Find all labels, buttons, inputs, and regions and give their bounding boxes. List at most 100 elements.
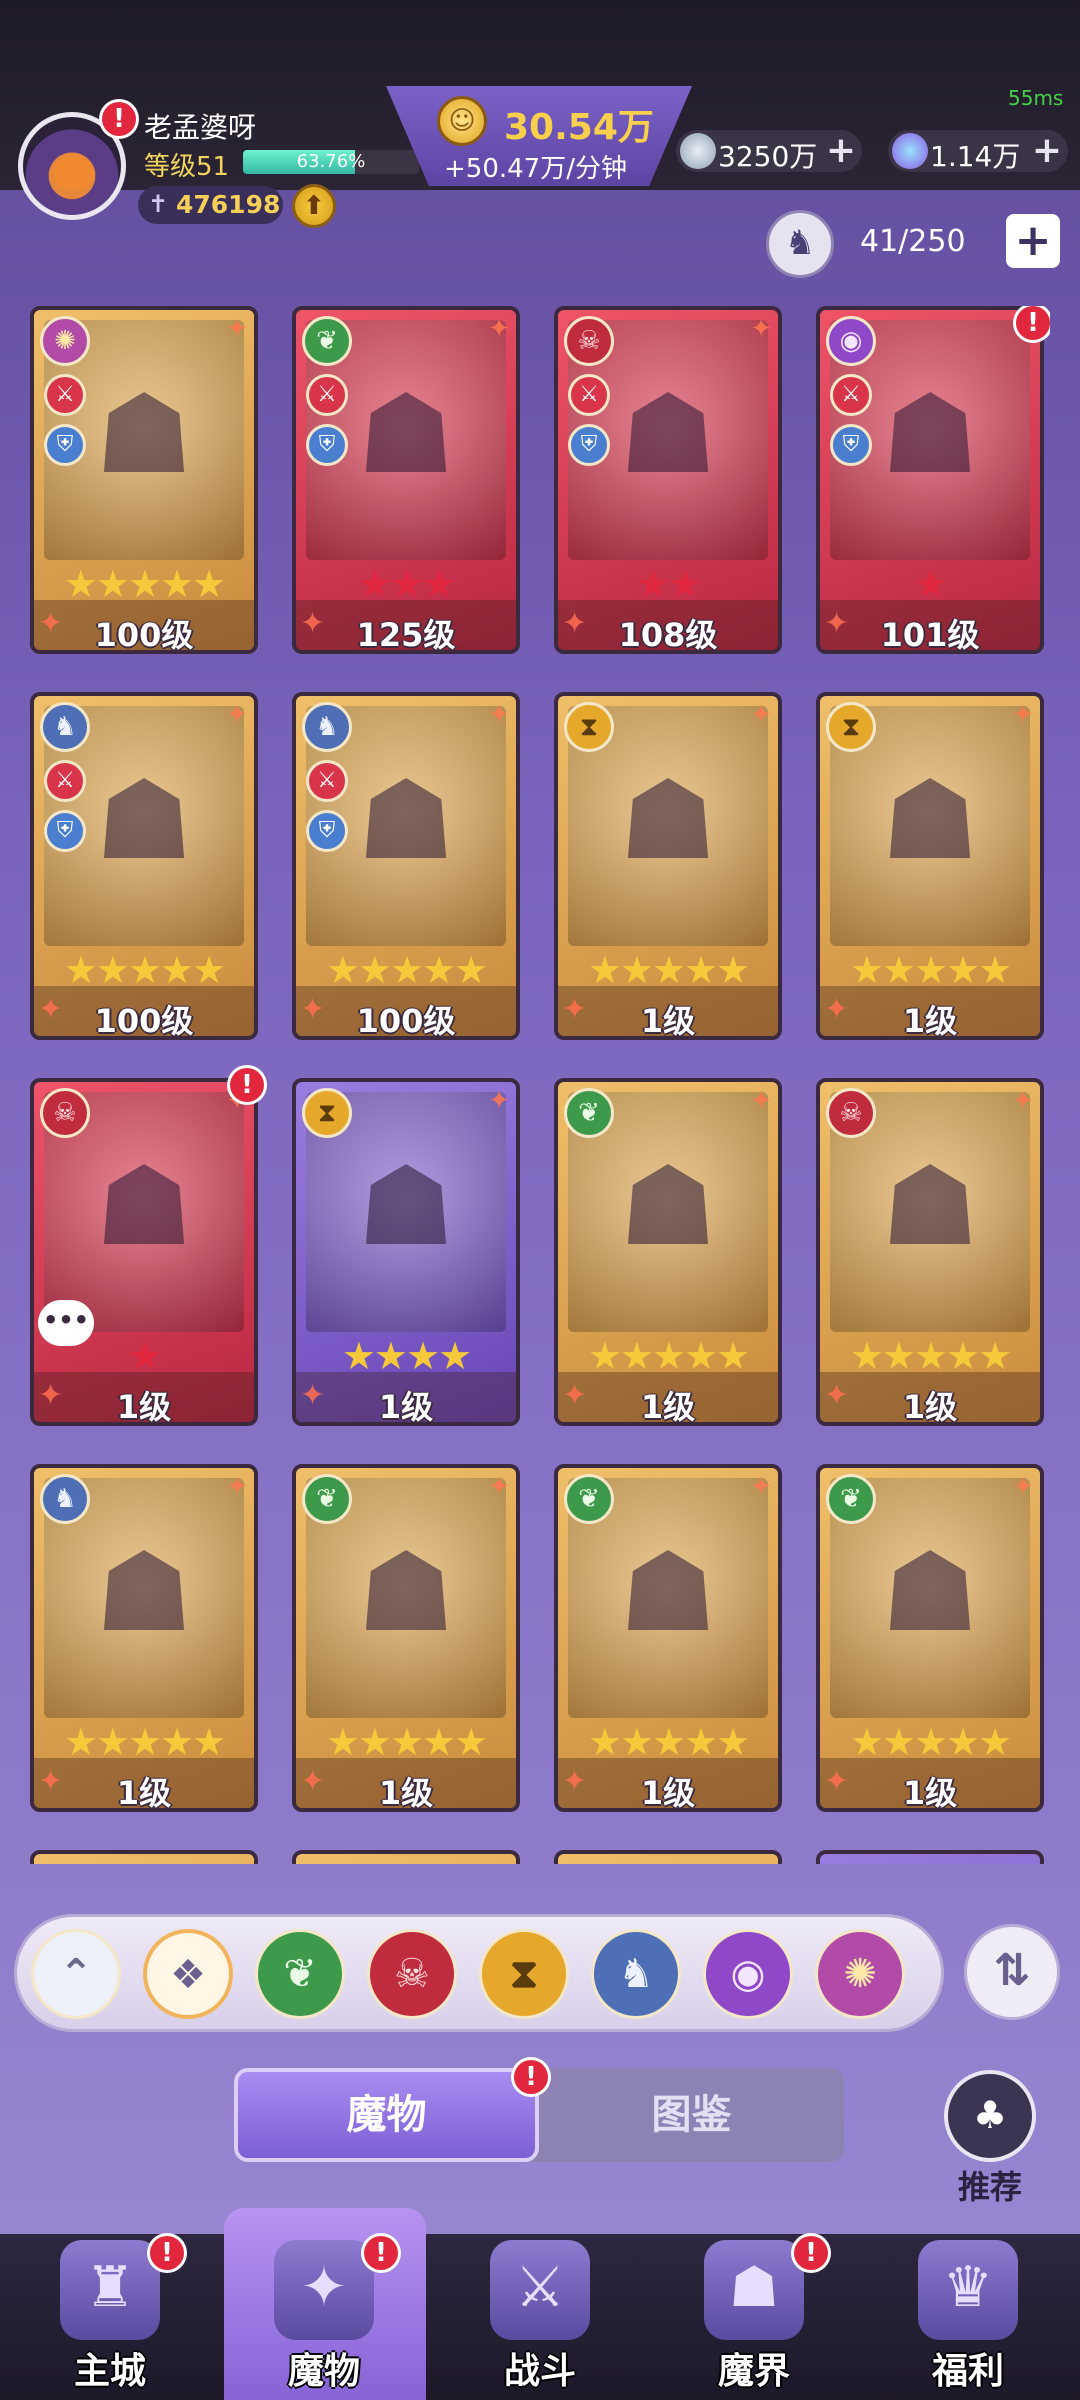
attack-role-icon: ⚔ <box>44 760 86 802</box>
nav-alert-badge: ! <box>150 2236 184 2270</box>
star-rating: ★ <box>127 1334 162 1378</box>
monster-level: 1级 <box>378 1388 434 1426</box>
defense-role-icon: ⛨ <box>44 424 86 466</box>
star-rating: ★★★★★ <box>849 948 1012 992</box>
defense-role-icon: ⛨ <box>306 810 348 852</box>
nav-label: 主城 <box>73 2351 146 2392</box>
nav-item-monster[interactable]: ✦ 魔物! <box>224 2200 424 2400</box>
gem-icon <box>892 133 928 169</box>
gem-resource[interactable]: 1.14万 + <box>888 130 1068 173</box>
star-rating: ★★★★★ <box>325 1720 488 1764</box>
defense-role-icon: ⛨ <box>44 810 86 852</box>
corner-star-icon: ✦ <box>750 1086 772 1116</box>
leaf-faction-icon: ❦ <box>302 1474 352 1524</box>
monster-silhouette-icon: ☗ <box>618 1528 718 1656</box>
star-rating: ★ <box>913 562 948 606</box>
dragon-icon[interactable]: ♞ <box>591 1929 681 2019</box>
tab-codex[interactable]: 图鉴 <box>539 2068 844 2162</box>
corner-star-icon: ✦ <box>750 700 772 730</box>
monster-card[interactable]: ☗ ✦ ✦ ❦ ★★★★★ 1级 <box>292 1464 520 1812</box>
vortex-icon[interactable]: ✺ <box>815 1929 905 2019</box>
monster-silhouette-icon: ☗ <box>356 1528 456 1656</box>
monster-card[interactable]: ☗ ✦ ✦ ❦ ★★★★★ 1级 <box>554 1078 782 1426</box>
faction-filter-bar: ⌃ ❖ ❦ ☠ ⧗ ♞ ◉ ✺ <box>14 1914 944 2032</box>
monster-card[interactable]: ☗ ✦ ✦ ☠ ★★★★★ 1级 <box>816 1078 1044 1426</box>
hourglass-faction-icon: ⧗ <box>826 702 876 752</box>
tab-alert-badge: ! <box>514 2060 548 2094</box>
recommend-button[interactable]: ♣ <box>944 2070 1036 2162</box>
monster-icon: ✦ <box>274 2240 374 2340</box>
monster-card[interactable]: ☗ ✦ ✦ ☠ ⚔ ⛨ ★★ 108级 <box>554 306 782 654</box>
corner-star-icon: ✦ <box>226 700 248 730</box>
monster-card[interactable] <box>816 1850 1044 1864</box>
demon-icon[interactable]: ☠ <box>367 1929 457 2019</box>
monster-card[interactable]: ☗ ✦ ✦ ♞ ⚔ ⛨ ★★★★★ 100级 <box>30 692 258 1040</box>
upgrade-arrow-button[interactable]: ⬆ <box>292 184 336 228</box>
corner-star-icon: ✦ <box>488 1086 510 1116</box>
collapse-icon[interactable]: ⌃ <box>31 1929 121 2019</box>
monster-card[interactable] <box>554 1850 782 1864</box>
corner-star-icon: ✦ <box>750 314 772 344</box>
monster-level: 1级 <box>640 1774 696 1812</box>
hourglass-icon[interactable]: ⧗ <box>479 1929 569 2019</box>
monster-card[interactable]: ☗ ✦ ✦ ♞ ⚔ ⛨ ★★★★★ 100级 <box>292 692 520 1040</box>
attack-role-icon: ⚔ <box>568 374 610 416</box>
monster-card[interactable]: ☗ ✦ ✦ ☠ ••• ★ 1级 <box>30 1078 258 1426</box>
leaf-faction-icon: ❦ <box>302 316 352 366</box>
monster-card[interactable]: ☗ ✦ ✦ ❦ ⚔ ⛨ ★★★ 125级 <box>292 306 520 654</box>
add-capacity-button[interactable]: + <box>1006 214 1060 268</box>
nav-item-demon-realm[interactable]: ☗ 魔界! <box>654 2200 854 2400</box>
hourglass-faction-icon: ⧗ <box>564 702 614 752</box>
star-rating: ★★★★★ <box>63 562 226 606</box>
hourglass-faction-icon: ⧗ <box>302 1088 352 1138</box>
star-rating: ★★★★★ <box>587 1334 750 1378</box>
leaf-faction-icon: ❦ <box>826 1474 876 1524</box>
monster-level: 1级 <box>902 1002 958 1040</box>
nav-item-castle[interactable]: ♜ 主城! <box>10 2200 210 2400</box>
monster-silhouette-icon: ☗ <box>880 756 980 884</box>
nav-item-battle[interactable]: ⚔ 战斗 <box>440 2200 640 2400</box>
monster-card-grid: ☗ ✦ ✦ ✺ ⚔ ⛨ ★★★★★ 100级 ☗ ✦ ✦ ❦ ⚔ ⛨ ★★★ 125级 ☗ ✦ ✦ ☠ ⚔ ⛨ ★★ 108级… <box>30 306 1050 1864</box>
battle-icon: ⚔ <box>490 2240 590 2340</box>
attack-role-icon: ⚔ <box>44 374 86 416</box>
monster-silhouette-icon: ☗ <box>880 1142 980 1270</box>
power-badge: ✝ 476198 <box>138 186 283 224</box>
monster-card[interactable]: ☗ ✦ ✦ ❦ ★★★★★ 1级 <box>554 1464 782 1812</box>
all-icon[interactable]: ❖ <box>143 1929 233 2019</box>
monster-level: 125级 <box>356 616 456 654</box>
nav-item-gift[interactable]: ♛ 福利 <box>868 2200 1068 2400</box>
monster-card[interactable]: ☗ ✦ ✦ ⧗ ★★★★ 1级 <box>292 1078 520 1426</box>
monster-card[interactable]: ☗ ✦ ✦ ⧗ ★★★★★ 1级 <box>554 692 782 1040</box>
sort-button[interactable]: ⇅ <box>964 1924 1060 2020</box>
castle-icon: ♜ <box>60 2240 160 2340</box>
monster-level: 1级 <box>116 1774 172 1812</box>
star-rating: ★★★★★ <box>63 1720 226 1764</box>
tab-monsters[interactable]: 魔物 <box>234 2068 539 2162</box>
corner-star-icon: ✦ <box>226 1472 248 1502</box>
eye-icon[interactable]: ◉ <box>703 1929 793 2019</box>
silver-resource[interactable]: 3250万 + <box>676 130 862 173</box>
corner-star-icon: ✦ <box>488 314 510 344</box>
monster-card[interactable]: ☗ ✦ ✦ ⧗ ★★★★★ 1级 <box>816 692 1044 1040</box>
monster-card[interactable]: ☗ ✦ ✦ ❦ ★★★★★ 1级 <box>816 1464 1044 1812</box>
monster-card[interactable]: ☗ ✦ ✦ ♞ ★★★★★ 1级 <box>30 1464 258 1812</box>
monster-card[interactable] <box>30 1850 258 1864</box>
add-gem-button[interactable]: + <box>1032 130 1062 171</box>
silver-coin-icon <box>680 133 716 169</box>
gold-rate: +50.47万/分钟 <box>444 154 627 184</box>
add-silver-button[interactable]: + <box>826 130 856 171</box>
monster-level: 1级 <box>116 1388 172 1426</box>
star-rating: ★★★★★ <box>849 1720 1012 1764</box>
monster-level: 1级 <box>902 1774 958 1812</box>
monster-card[interactable]: ☗✦✦◉⚔⛨★101级 <box>816 306 1044 654</box>
monster-silhouette-icon: ☗ <box>880 1528 980 1656</box>
demon-faction-icon: ☠ <box>564 316 614 366</box>
monster-card[interactable]: ☗ ✦ ✦ ✺ ⚔ ⛨ ★★★★★ 100级 <box>30 306 258 654</box>
monster-silhouette-icon: ☗ <box>618 1142 718 1270</box>
star-rating: ★★★★★ <box>849 1334 1012 1378</box>
star-rating: ★★★★★ <box>325 948 488 992</box>
leaf-icon[interactable]: ❦ <box>255 1929 345 2019</box>
monster-card[interactable] <box>292 1850 520 1864</box>
dragon-faction-icon: ♞ <box>40 1474 90 1524</box>
demon-faction-icon: ☠ <box>826 1088 876 1138</box>
